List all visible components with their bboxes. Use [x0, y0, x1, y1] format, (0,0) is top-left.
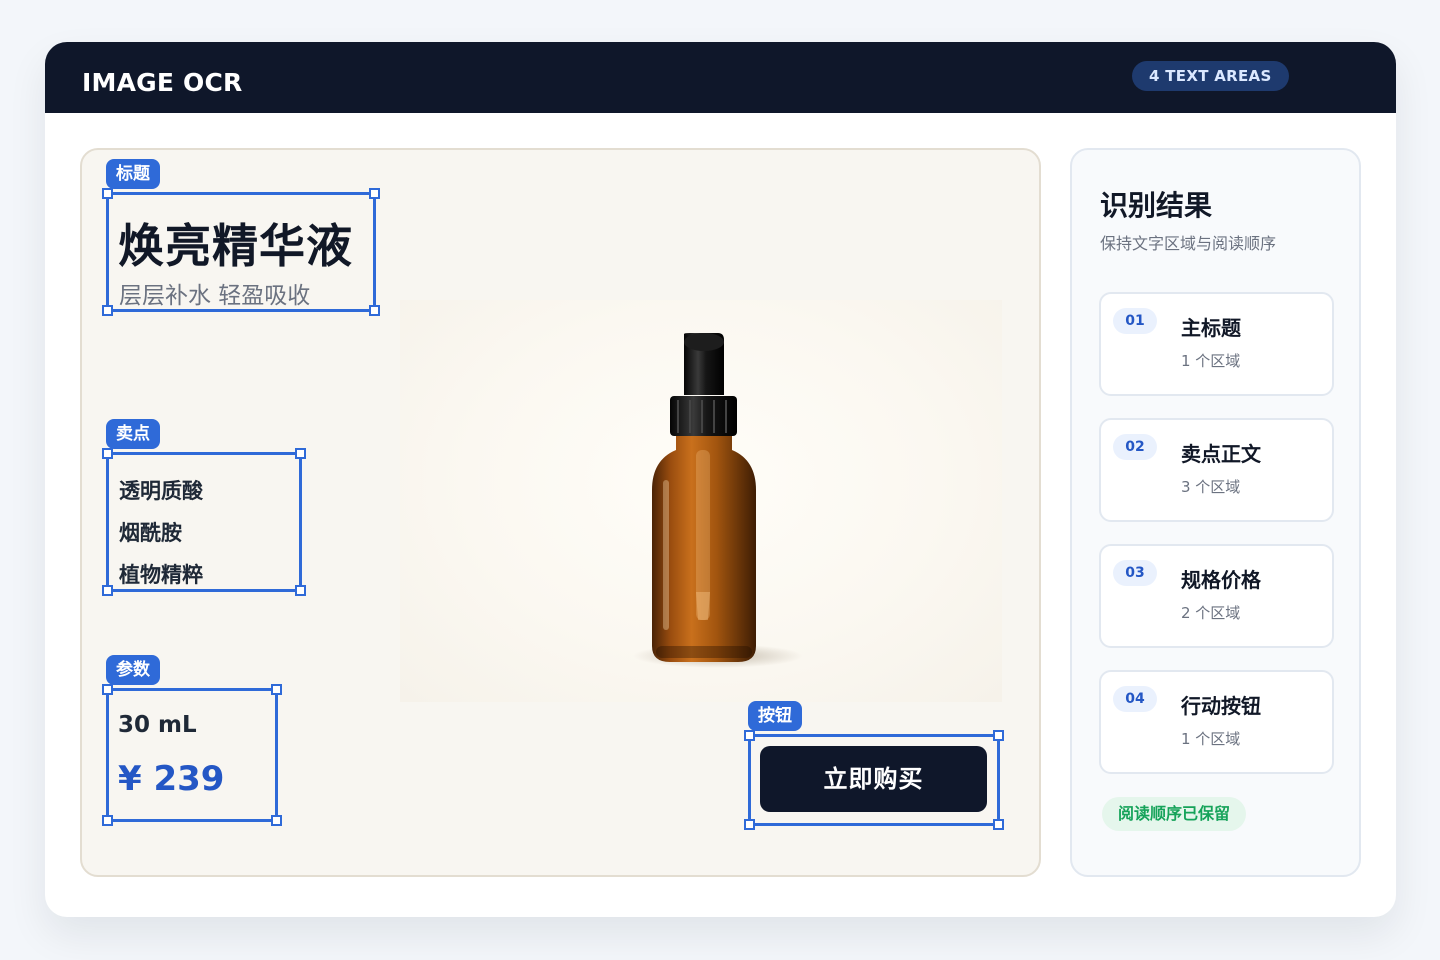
- resize-handle[interactable]: [102, 684, 113, 695]
- results-subtitle: 保持文字区域与阅读顺序: [1100, 234, 1277, 253]
- resize-handle[interactable]: [271, 815, 282, 826]
- title-region-tag: 标题: [106, 159, 160, 189]
- resize-handle[interactable]: [369, 305, 380, 316]
- button-region-box[interactable]: [744, 730, 1004, 830]
- app-title: IMAGE OCR: [82, 68, 243, 97]
- product-photo: [400, 300, 1002, 702]
- result-order-number: 04: [1113, 686, 1157, 712]
- result-card-count: 1 个区域: [1181, 352, 1241, 370]
- resize-handle[interactable]: [102, 815, 113, 826]
- resize-handle[interactable]: [993, 819, 1004, 830]
- result-card-count: 1 个区域: [1181, 730, 1241, 748]
- specs-region-box[interactable]: [102, 684, 282, 826]
- product-title: 焕亮精华液: [118, 219, 353, 273]
- button-region-tag: 按钮: [748, 701, 802, 731]
- serum-bottle-image: [633, 333, 803, 668]
- resize-handle[interactable]: [369, 188, 380, 199]
- result-card[interactable]: 01 主标题 1 个区域: [1099, 292, 1334, 396]
- app-window: IMAGE OCR 4 TEXT AREAS 标题 焕亮精华液 层层补水 轻盈吸…: [45, 42, 1396, 917]
- result-order-number: 02: [1113, 434, 1157, 460]
- resize-handle[interactable]: [744, 819, 755, 830]
- resize-handle[interactable]: [102, 585, 113, 596]
- top-bar: IMAGE OCR 4 TEXT AREAS: [45, 42, 1396, 113]
- resize-handle[interactable]: [102, 305, 113, 316]
- result-order-number: 03: [1113, 560, 1157, 586]
- result-card[interactable]: 02 卖点正文 3 个区域: [1099, 418, 1334, 522]
- result-card-title: 卖点正文: [1181, 442, 1261, 466]
- resize-handle[interactable]: [102, 188, 113, 199]
- resize-handle[interactable]: [102, 448, 113, 459]
- resize-handle[interactable]: [271, 684, 282, 695]
- feature-item: 烟酰胺: [119, 521, 182, 545]
- result-order-number: 01: [1113, 308, 1157, 334]
- resize-handle[interactable]: [295, 448, 306, 459]
- resize-handle[interactable]: [295, 585, 306, 596]
- image-canvas: 标题 焕亮精华液 层层补水 轻盈吸收 卖点 透明质酸 烟酰胺 植物精粹 参数 3…: [80, 148, 1041, 877]
- result-card-count: 2 个区域: [1181, 604, 1241, 622]
- result-card-title: 行动按钮: [1181, 694, 1261, 718]
- feature-item: 透明质酸: [119, 479, 203, 503]
- product-price: ¥ 239: [118, 759, 225, 799]
- resize-handle[interactable]: [744, 730, 755, 741]
- feature-item: 植物精粹: [119, 563, 203, 587]
- reading-order-status-badge: 阅读顺序已保留: [1102, 797, 1247, 831]
- specs-region-tag: 参数: [106, 655, 160, 685]
- text-area-count-badge: 4 TEXT AREAS: [1132, 61, 1289, 91]
- result-card[interactable]: 04 行动按钮 1 个区域: [1099, 670, 1334, 774]
- features-region-tag: 卖点: [106, 419, 160, 449]
- result-card-title: 主标题: [1181, 316, 1241, 340]
- result-card[interactable]: 03 规格价格 2 个区域: [1099, 544, 1334, 648]
- results-panel: 识别结果 保持文字区域与阅读顺序 01 主标题 1 个区域 02 卖点正文 3 …: [1070, 148, 1361, 877]
- results-title: 识别结果: [1100, 189, 1213, 222]
- result-card-count: 3 个区域: [1181, 478, 1241, 496]
- product-subtitle: 层层补水 轻盈吸收: [119, 283, 311, 309]
- product-volume: 30 mL: [118, 712, 197, 738]
- resize-handle[interactable]: [993, 730, 1004, 741]
- result-card-title: 规格价格: [1181, 568, 1261, 592]
